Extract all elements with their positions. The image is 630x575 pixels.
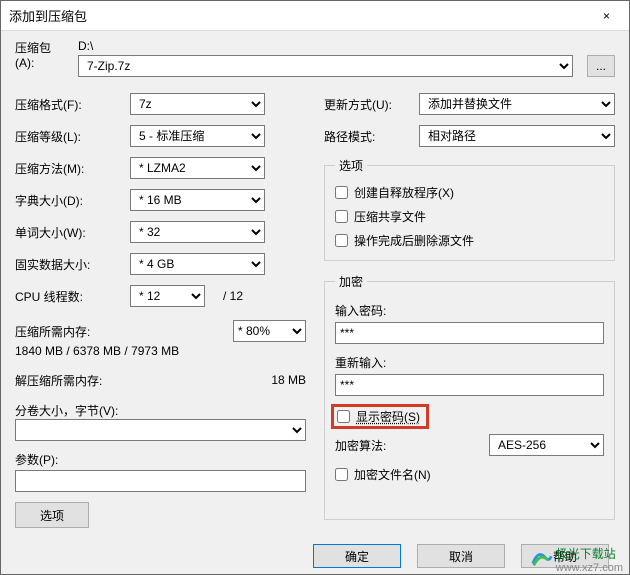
pathmode-select[interactable]: 相对路径 bbox=[419, 125, 615, 147]
threads-select[interactable]: * 12 bbox=[130, 285, 205, 307]
dict-select[interactable]: * 16 MB bbox=[130, 189, 265, 211]
archive-row: 压缩包(A): D:\ 7-Zip.7z ... bbox=[15, 39, 615, 77]
volume-select[interactable] bbox=[15, 419, 306, 441]
update-label: 更新方式(U): bbox=[324, 96, 419, 113]
word-select[interactable]: * 32 bbox=[130, 221, 265, 243]
password-input[interactable] bbox=[335, 322, 604, 344]
level-select[interactable]: 5 - 标准压缩 bbox=[130, 125, 265, 147]
close-button[interactable]: × bbox=[584, 1, 629, 31]
shared-label: 压缩共享文件 bbox=[354, 208, 426, 225]
titlebar: 添加到压缩包 × bbox=[1, 1, 629, 31]
mem-decomp-label: 解压缩所需内存: bbox=[15, 372, 271, 389]
footer: 确定 取消 帮助 极光下载站 www.xz7.com bbox=[1, 538, 629, 574]
solid-select[interactable]: * 4 GB bbox=[130, 253, 265, 275]
ellipsis-icon: ... bbox=[596, 59, 606, 73]
sfx-checkbox[interactable] bbox=[335, 186, 348, 199]
archive-path-column: D:\ 7-Zip.7z bbox=[78, 39, 573, 77]
dialog-window: 添加到压缩包 × 压缩包(A): D:\ 7-Zip.7z ... 压缩格式(F… bbox=[0, 0, 630, 575]
params-input[interactable] bbox=[15, 470, 306, 492]
archive-filename-select[interactable]: 7-Zip.7z bbox=[78, 55, 573, 77]
show-password-label: 显示密码(S) bbox=[356, 408, 420, 425]
password-label: 输入密码: bbox=[335, 302, 604, 319]
method-label: 压缩方法(M): bbox=[15, 160, 130, 177]
password-confirm-label: 重新输入: bbox=[335, 354, 604, 371]
volume-label: 分卷大小，字节(V): bbox=[15, 402, 306, 419]
browse-button[interactable]: ... bbox=[587, 55, 615, 77]
right-column: 更新方式(U): 添加并替换文件 路径模式: 相对路径 选项 创建自释放程序(X… bbox=[324, 89, 615, 528]
dict-label: 字典大小(D): bbox=[15, 192, 130, 209]
threads-max: / 12 bbox=[213, 289, 243, 303]
columns: 压缩格式(F): 7z 压缩等级(L): 5 - 标准压缩 压缩方法(M): *… bbox=[15, 89, 615, 528]
cancel-button[interactable]: 取消 bbox=[417, 544, 505, 568]
encryption-legend: 加密 bbox=[335, 273, 367, 290]
solid-label: 固实数据大小: bbox=[15, 256, 130, 273]
format-select[interactable]: 7z bbox=[130, 93, 265, 115]
level-label: 压缩等级(L): bbox=[15, 128, 130, 145]
pathmode-label: 路径模式: bbox=[324, 128, 419, 145]
content: 压缩包(A): D:\ 7-Zip.7z ... 压缩格式(F): 7z 压缩等… bbox=[1, 31, 629, 538]
left-column: 压缩格式(F): 7z 压缩等级(L): 5 - 标准压缩 压缩方法(M): *… bbox=[15, 89, 306, 528]
help-button[interactable]: 帮助 bbox=[521, 544, 609, 568]
show-password-checkbox[interactable] bbox=[337, 410, 350, 423]
window-title: 添加到压缩包 bbox=[9, 6, 87, 25]
mem-comp-label: 压缩所需内存: bbox=[15, 323, 233, 340]
enc-method-label: 加密算法: bbox=[335, 437, 489, 454]
archive-path-text: D:\ bbox=[78, 39, 573, 53]
password-confirm-input[interactable] bbox=[335, 374, 604, 396]
options-legend: 选项 bbox=[335, 157, 367, 174]
encryption-fieldset: 加密 输入密码: 重新输入: 显示密码(S) 加密算法: AES-256 bbox=[324, 273, 615, 520]
ok-button[interactable]: 确定 bbox=[313, 544, 401, 568]
encrypt-names-checkbox[interactable] bbox=[335, 468, 348, 481]
sfx-label: 创建自释放程序(X) bbox=[354, 184, 454, 201]
delete-after-checkbox[interactable] bbox=[335, 234, 348, 247]
mem-comp-value: 1840 MB / 6378 MB / 7973 MB bbox=[15, 344, 306, 358]
enc-method-select[interactable]: AES-256 bbox=[489, 434, 604, 456]
threads-label: CPU 线程数: bbox=[15, 288, 130, 305]
word-label: 单词大小(W): bbox=[15, 224, 130, 241]
shared-checkbox[interactable] bbox=[335, 210, 348, 223]
options-button[interactable]: 选项 bbox=[15, 502, 89, 528]
update-select[interactable]: 添加并替换文件 bbox=[419, 93, 615, 115]
delete-after-label: 操作完成后删除源文件 bbox=[354, 232, 474, 249]
options-fieldset: 选项 创建自释放程序(X) 压缩共享文件 操作完成后删除源文件 bbox=[324, 157, 615, 261]
encrypt-names-label: 加密文件名(N) bbox=[354, 466, 431, 483]
format-label: 压缩格式(F): bbox=[15, 96, 130, 113]
show-password-highlight: 显示密码(S) bbox=[331, 404, 429, 429]
params-label: 参数(P): bbox=[15, 451, 306, 468]
mem-comp-pct-select[interactable]: * 80% bbox=[233, 320, 306, 342]
archive-label: 压缩包(A): bbox=[15, 39, 70, 70]
mem-decomp-value: 18 MB bbox=[271, 373, 306, 387]
close-icon: × bbox=[603, 9, 610, 23]
method-select[interactable]: * LZMA2 bbox=[130, 157, 265, 179]
